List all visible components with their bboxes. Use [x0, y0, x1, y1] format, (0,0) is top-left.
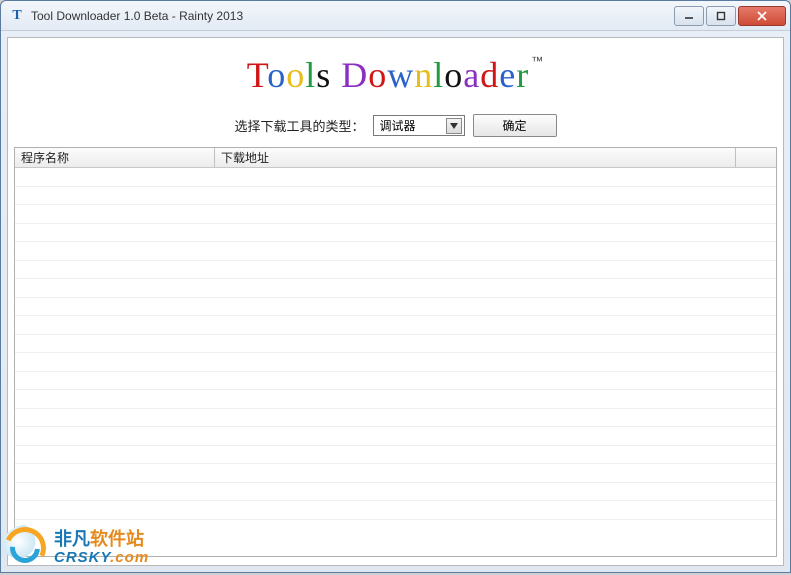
- table-row: [15, 427, 776, 446]
- col-program-name[interactable]: 程序名称: [15, 148, 215, 167]
- table-body[interactable]: [15, 168, 776, 556]
- table-row: [15, 205, 776, 224]
- minimize-button[interactable]: [674, 6, 704, 26]
- titlebar[interactable]: T Tool Downloader 1.0 Beta - Rainty 2013: [1, 1, 790, 31]
- type-select[interactable]: 调试器: [373, 115, 465, 136]
- table-row: [15, 464, 776, 483]
- table-row: [15, 224, 776, 243]
- type-select-value: 调试器: [380, 117, 416, 134]
- close-button[interactable]: [738, 6, 786, 26]
- controls-row: 选择下载工具的类型： 调试器 确定: [14, 114, 777, 147]
- app-icon: T: [9, 8, 25, 24]
- table-row: [15, 353, 776, 372]
- col-spacer: [736, 148, 776, 167]
- table-row: [15, 279, 776, 298]
- window-controls: [672, 6, 786, 26]
- table-row: [15, 242, 776, 261]
- table-header: 程序名称 下载地址: [15, 148, 776, 168]
- table-row: [15, 483, 776, 502]
- table-row: [15, 390, 776, 409]
- app-logo: Tools Downloader™: [14, 44, 777, 114]
- dropdown-arrow-icon: [446, 118, 462, 134]
- table-row: [15, 501, 776, 520]
- confirm-button-label: 确定: [502, 117, 526, 134]
- table-row: [15, 446, 776, 465]
- table-row: [15, 168, 776, 187]
- confirm-button[interactable]: 确定: [473, 114, 557, 137]
- table-row: [15, 409, 776, 428]
- results-table: 程序名称 下载地址: [14, 147, 777, 557]
- table-row: [15, 261, 776, 280]
- table-row: [15, 316, 776, 335]
- table-row: [15, 187, 776, 206]
- table-row: [15, 372, 776, 391]
- window-title: Tool Downloader 1.0 Beta - Rainty 2013: [31, 9, 672, 23]
- type-label: 选择下载工具的类型：: [234, 116, 364, 135]
- client-area: Tools Downloader™ 选择下载工具的类型： 调试器 确定 程序名称…: [7, 37, 784, 566]
- maximize-button[interactable]: [706, 6, 736, 26]
- table-row: [15, 335, 776, 354]
- col-download-url[interactable]: 下载地址: [215, 148, 736, 167]
- table-row: [15, 298, 776, 317]
- trademark-icon: ™: [531, 54, 544, 68]
- app-window: T Tool Downloader 1.0 Beta - Rainty 2013…: [0, 0, 791, 573]
